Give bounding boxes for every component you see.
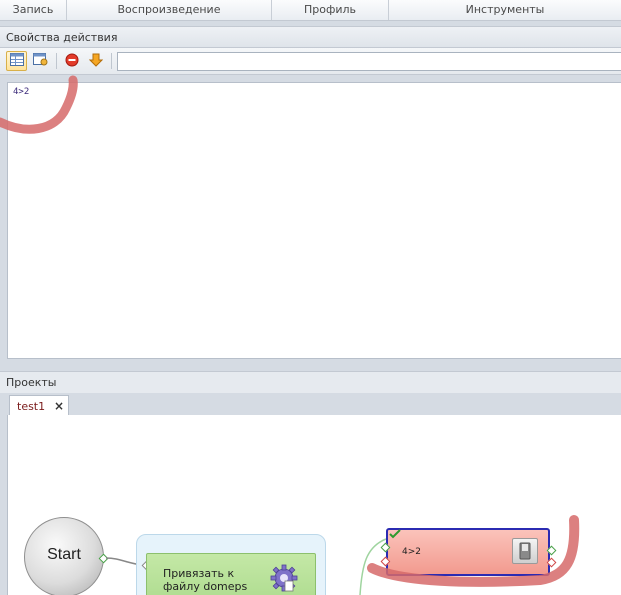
tab-playback[interactable]: Воспроизведение	[67, 0, 272, 20]
window-settings-button[interactable]	[30, 51, 51, 71]
properties-toolbar	[0, 48, 621, 75]
project-canvas[interactable]: Start Привязать к файлу domeps 4>2	[7, 415, 621, 595]
switch-icon	[512, 538, 538, 564]
tab-profile[interactable]: Профиль	[272, 0, 389, 20]
orange-down-arrow-icon	[88, 53, 103, 70]
stop-button[interactable]	[61, 51, 82, 71]
projects-panel-title: Проекты	[0, 371, 621, 393]
start-node[interactable]: Start	[24, 517, 104, 595]
bind-file-action-label: Привязать к файлу domeps	[163, 567, 248, 593]
properties-panel-title: Свойства действия	[0, 26, 621, 48]
project-tab-test1[interactable]: test1 ×	[9, 395, 69, 416]
condition-action-label: 4>2	[402, 547, 421, 557]
table-view-icon	[9, 53, 24, 69]
table-view-button[interactable]	[6, 51, 27, 71]
action-editor[interactable]: 4>2	[7, 82, 621, 359]
tab-record[interactable]: Запись	[0, 0, 67, 20]
start-node-label: Start	[47, 546, 81, 563]
ribbon-tabs: Запись Воспроизведение Профиль Инструмен…	[0, 0, 621, 21]
move-down-button[interactable]	[85, 51, 106, 71]
red-stop-icon	[65, 53, 79, 70]
check-icon	[389, 529, 401, 542]
action-expression-input[interactable]	[117, 52, 621, 71]
tab-tools[interactable]: Инструменты	[389, 0, 621, 20]
close-icon[interactable]: ×	[54, 399, 64, 413]
editor-content: 4>2	[13, 87, 30, 97]
bind-file-action[interactable]: Привязать к файлу domeps	[146, 553, 316, 595]
project-tab-label: test1	[17, 400, 46, 413]
project-tabstrip: test1 ×	[7, 395, 621, 416]
condition-action[interactable]: 4>2	[386, 528, 550, 576]
gear-icon	[269, 563, 299, 595]
window-settings-icon	[33, 53, 48, 69]
